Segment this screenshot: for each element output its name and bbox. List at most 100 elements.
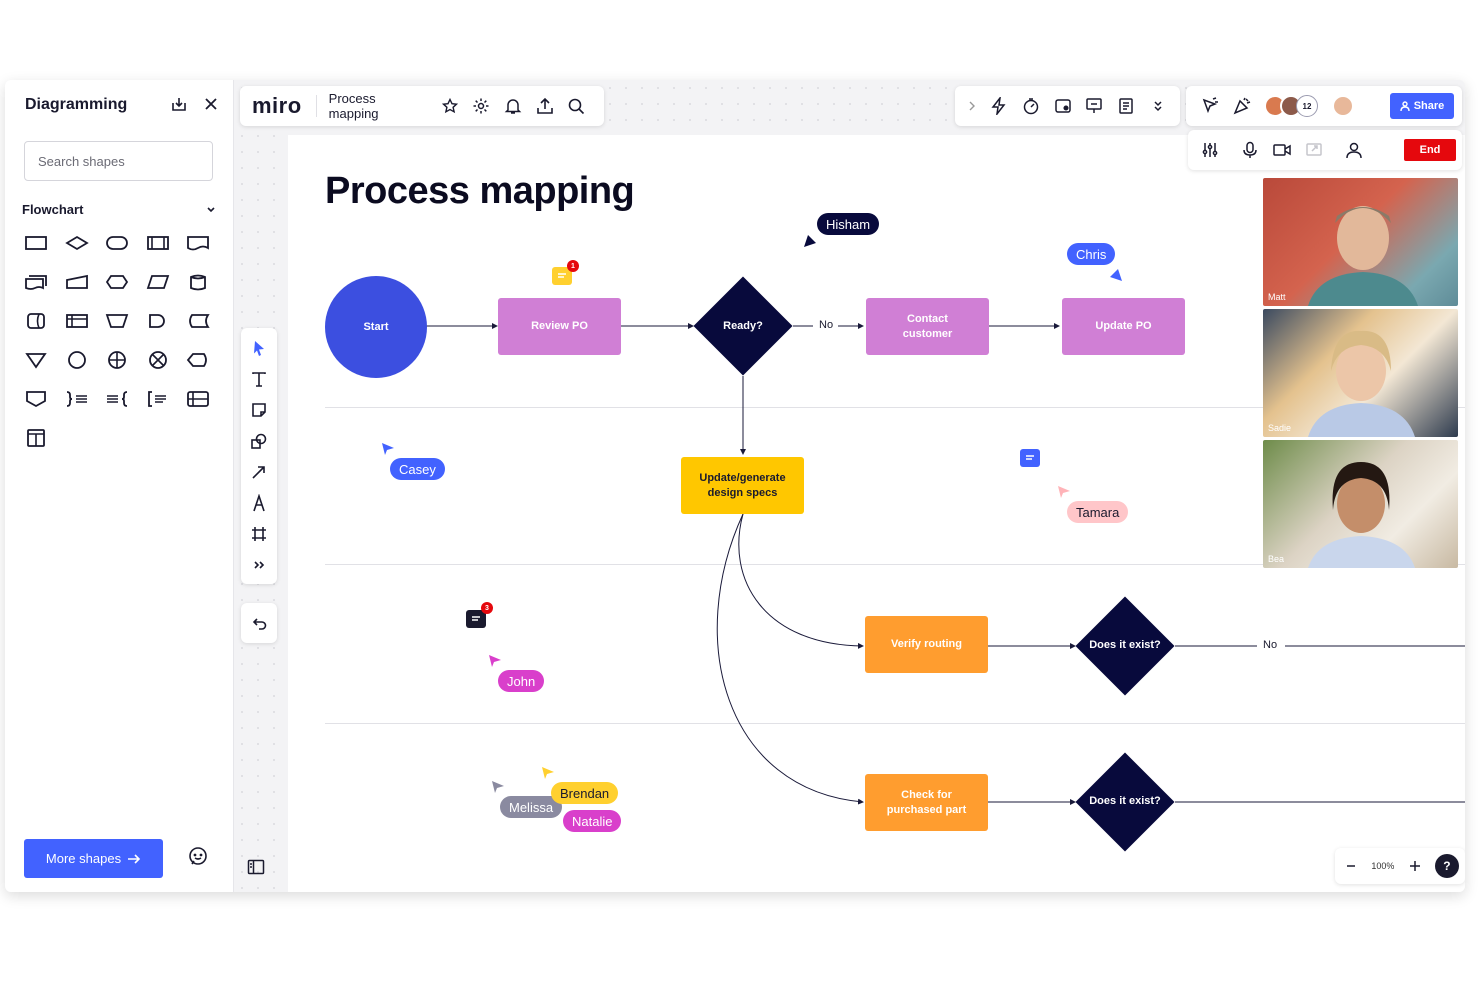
direct-access-shape-icon[interactable]: [21, 308, 51, 334]
cursor-tag-casey: Casey: [390, 458, 445, 480]
delay-shape-icon[interactable]: [143, 308, 173, 334]
annotation-left-shape-icon[interactable]: [102, 386, 132, 412]
connector[interactable]: [738, 513, 864, 649]
sidebar-toggle-icon[interactable]: [241, 851, 271, 883]
review-po-node[interactable]: Review PO: [498, 298, 621, 355]
more-tools-chevron-icon[interactable]: [241, 549, 277, 580]
manual-operation-shape-icon[interactable]: [102, 308, 132, 334]
double-chevron-down-icon[interactable]: [1142, 90, 1174, 122]
cursor-tag-john: John: [498, 670, 545, 692]
preparation-shape-icon[interactable]: [102, 269, 132, 295]
comment-icon[interactable]: [1020, 449, 1040, 467]
subprocess-shape-icon[interactable]: [143, 230, 173, 256]
decision-shape-icon[interactable]: [62, 230, 92, 256]
check-purchased-node[interactable]: Check for purchased part: [865, 774, 988, 831]
or-shape-icon[interactable]: [102, 347, 132, 373]
text-tool-icon[interactable]: [241, 363, 277, 394]
swimlane-shape-icon[interactable]: [183, 386, 213, 412]
offpage-shape-icon[interactable]: [21, 386, 51, 412]
share-label: Share: [1413, 100, 1445, 112]
notes-icon[interactable]: [1110, 90, 1142, 122]
close-icon[interactable]: [201, 94, 221, 114]
zoom-level[interactable]: 100%: [1371, 861, 1394, 871]
board-name[interactable]: Process mapping: [329, 91, 428, 121]
cursor-tag-tamara: Tamara: [1067, 501, 1129, 523]
pen-tool-icon[interactable]: [241, 487, 277, 518]
participants-icon[interactable]: [1338, 134, 1370, 166]
miro-logo[interactable]: miro: [252, 93, 302, 119]
data-shape-icon[interactable]: [143, 269, 173, 295]
feedback-icon[interactable]: [187, 846, 209, 873]
table-shape-icon[interactable]: [21, 425, 51, 451]
timer-icon[interactable]: [1015, 90, 1047, 122]
zoom-out-icon[interactable]: [1341, 850, 1361, 882]
connection-line-icon[interactable]: [241, 456, 277, 487]
undo-icon[interactable]: [243, 607, 275, 639]
cursor-pointer-icon: [492, 781, 504, 793]
more-shapes-label: More shapes: [45, 851, 122, 866]
star-icon[interactable]: [434, 90, 466, 122]
contact-customer-node[interactable]: Contact customer: [866, 298, 989, 355]
cursor-tag-natalie: Natalie: [563, 810, 622, 832]
terminator-shape-icon[interactable]: [102, 230, 132, 256]
card-icon[interactable]: [1047, 90, 1079, 122]
sliders-icon[interactable]: [1194, 134, 1226, 166]
cursor-follow-icon[interactable]: [1194, 90, 1226, 122]
video-tile-matt[interactable]: Matt: [1263, 178, 1458, 306]
display-shape-icon[interactable]: [183, 347, 213, 373]
participant-avatar: [1308, 330, 1415, 437]
category-label: Flowchart: [22, 202, 84, 217]
search-shapes-input[interactable]: [24, 141, 213, 181]
presentation-icon[interactable]: [1078, 90, 1110, 122]
chevron-right-icon[interactable]: [961, 90, 983, 122]
microphone-icon[interactable]: [1234, 134, 1266, 166]
start-node[interactable]: Start: [325, 276, 427, 378]
lightning-icon[interactable]: [983, 90, 1015, 122]
more-shapes-button[interactable]: More shapes: [24, 839, 163, 878]
update-specs-node[interactable]: Update/generate design specs: [681, 457, 804, 514]
video-tile-sadie[interactable]: Sadie: [1263, 309, 1458, 437]
screen-share-icon[interactable]: [1298, 134, 1330, 166]
settings-gear-icon[interactable]: [466, 90, 498, 122]
video-tile-bea[interactable]: Bea: [1263, 440, 1458, 568]
merge-shape-icon[interactable]: [21, 347, 51, 373]
upload-icon[interactable]: [529, 90, 561, 122]
category-dropdown[interactable]: Flowchart: [22, 202, 216, 217]
multi-document-shape-icon[interactable]: [21, 269, 51, 295]
manual-input-shape-icon[interactable]: [62, 269, 92, 295]
video-name: Matt: [1268, 292, 1286, 302]
celebrate-icon[interactable]: [1226, 90, 1258, 122]
search-icon[interactable]: [560, 90, 592, 122]
user-avatar[interactable]: [1332, 95, 1354, 117]
database-shape-icon[interactable]: [183, 269, 213, 295]
sticky-note-icon[interactable]: [241, 394, 277, 425]
summing-junction-shape-icon[interactable]: [143, 347, 173, 373]
download-icon[interactable]: [169, 94, 189, 114]
undo-bar: [241, 603, 277, 643]
stored-data-shape-icon[interactable]: [183, 308, 213, 334]
cursor-tag-brendan: Brendan: [551, 782, 619, 804]
end-call-button[interactable]: End: [1404, 139, 1456, 161]
verify-routing-node[interactable]: Verify routing: [865, 616, 988, 673]
edge-label-no[interactable]: No: [817, 319, 836, 331]
rectangle-shape-icon[interactable]: [21, 230, 51, 256]
cursor-pointer-icon: [1058, 486, 1070, 498]
select-cursor-icon[interactable]: [241, 332, 277, 363]
shapes-tool-icon[interactable]: [241, 425, 277, 456]
update-po-node[interactable]: Update PO: [1062, 298, 1185, 355]
edge-label-no[interactable]: No: [1261, 639, 1280, 651]
annotation-bracket-shape-icon[interactable]: [143, 386, 173, 412]
share-button[interactable]: Share: [1390, 93, 1454, 119]
collaborator-avatars[interactable]: 12: [1264, 95, 1318, 117]
bell-icon[interactable]: [497, 90, 529, 122]
video-camera-icon[interactable]: [1266, 134, 1298, 166]
avatar-overflow-count[interactable]: 12: [1296, 95, 1318, 117]
panel-actions: [169, 94, 221, 114]
annotation-right-shape-icon[interactable]: [62, 386, 92, 412]
help-button[interactable]: ?: [1434, 854, 1459, 878]
zoom-in-icon[interactable]: [1405, 850, 1425, 882]
document-shape-icon[interactable]: [183, 230, 213, 256]
frame-tool-icon[interactable]: [241, 518, 277, 549]
connector-shape-icon[interactable]: [62, 347, 92, 373]
internal-storage-shape-icon[interactable]: [62, 308, 92, 334]
